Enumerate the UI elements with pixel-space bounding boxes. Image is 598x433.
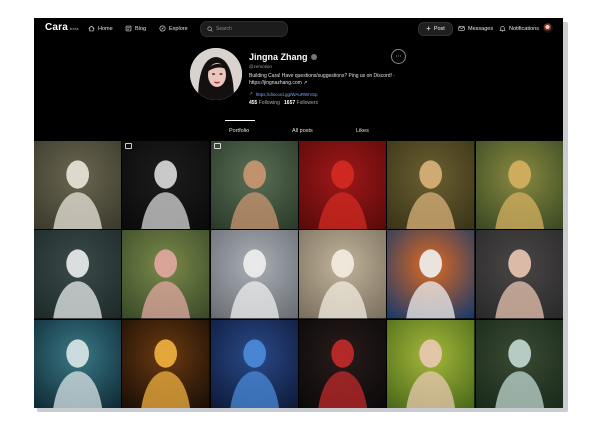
portfolio-item-woman-in-white-dress-by-window[interactable] (34, 141, 122, 230)
portfolio-item-white-haired-figure-dark[interactable] (122, 141, 210, 230)
profile-handle: @zemotion (249, 64, 272, 69)
profile-bio: Building Cara! Have questions/suggestion… (249, 73, 395, 86)
artwork-image (299, 141, 387, 230)
portfolio-item-woman-in-flower-burst[interactable] (387, 230, 475, 319)
profile-avatar (190, 48, 242, 100)
multi-image-icon (213, 143, 221, 149)
nav-explore-label: Explore (169, 25, 188, 32)
messages-label: Messages (468, 25, 494, 32)
portfolio-item-woman-bare-back[interactable] (475, 230, 563, 319)
explore-icon (159, 25, 166, 32)
bell-icon (499, 26, 506, 32)
post-button-label: Post (433, 26, 445, 32)
nav-home[interactable]: Home (88, 25, 113, 32)
tab-likes[interactable]: Likes (356, 128, 369, 134)
profile-link[interactable]: ↗ https://discord.gg/WAuRWrvSp (249, 91, 317, 97)
search-input[interactable] (216, 26, 276, 32)
artwork-image (122, 319, 210, 408)
verified-badge-icon (310, 54, 317, 60)
artwork-image (34, 230, 122, 319)
multi-image-icon (125, 143, 133, 149)
search-icon (207, 26, 213, 32)
tab-portfolio[interactable]: Portfolio (229, 128, 249, 134)
post-button[interactable]: + Post (418, 22, 453, 36)
artwork-image (387, 230, 475, 319)
artwork-image (299, 319, 387, 408)
portfolio-item-nude-figure-in-flower-wreath[interactable] (387, 141, 475, 230)
following-label: Following (258, 100, 280, 106)
tab-all-posts[interactable]: All posts (292, 128, 313, 134)
messages-button[interactable]: Messages (458, 25, 493, 32)
portfolio-item-white-sculpted-face[interactable] (210, 230, 298, 319)
artwork-image (210, 230, 298, 319)
followers-label: Followers (296, 100, 318, 106)
followers-count[interactable]: 1657 (284, 100, 295, 106)
active-tab-indicator (225, 120, 255, 121)
more-icon: ⋯ (395, 53, 402, 60)
portfolio-item-figure-underwater-cyan[interactable] (34, 319, 122, 408)
home-icon (88, 25, 95, 32)
mail-icon (458, 26, 465, 31)
artwork-image (210, 141, 298, 230)
following-count[interactable]: 455 (249, 100, 257, 106)
artwork-image (34, 141, 122, 230)
user-avatar-button[interactable] (543, 23, 553, 33)
artwork-image (210, 319, 298, 408)
portfolio-item-dark-woman-with-flowers[interactable] (299, 319, 387, 408)
portfolio-item-woman-with-braided-hair-green[interactable] (387, 319, 475, 408)
portfolio-item-redhead-girl-green-dress[interactable] (210, 141, 298, 230)
portfolio-item-mermaid-on-rock-forest[interactable] (475, 319, 563, 408)
artwork-image (475, 141, 563, 230)
app-logo[interactable]: Cara beta (45, 22, 79, 33)
portfolio-item-woman-with-black-headdress[interactable] (122, 230, 210, 319)
profile-link-text: https://discord.gg/WAuRWrvSp (255, 91, 318, 97)
app-name: Cara (45, 22, 69, 33)
nav-home-label: Home (98, 25, 113, 32)
notifications-button[interactable]: Notifications (499, 25, 539, 32)
artwork-image (387, 141, 475, 230)
portfolio-item-figure-with-candle-light[interactable] (122, 319, 210, 408)
artwork-image (475, 319, 563, 408)
blog-icon (125, 25, 132, 32)
app-window: Carabeta Home Blog Explore + Post Messag… (34, 18, 563, 408)
more-options-button[interactable]: ⋯ (391, 49, 406, 64)
portfolio-item-blue-haired-woman[interactable] (210, 319, 298, 408)
portfolio-item-woman-white-lace-dress[interactable] (299, 230, 387, 319)
portfolio-item-white-haired-woman-black-collar[interactable] (34, 230, 122, 319)
profile-name: Jingna Zhang (249, 52, 317, 62)
link-icon: ↗ (249, 91, 253, 96)
profile-name-text: Jingna Zhang (249, 52, 308, 62)
portfolio-item-woman-in-red-dress[interactable] (299, 141, 387, 230)
artwork-image (34, 319, 122, 408)
search-bar[interactable] (200, 21, 288, 37)
portfolio-grid (34, 141, 563, 408)
top-navigation-bar: Carabeta Home Blog Explore + Post Messag… (34, 18, 563, 40)
nav-explore[interactable]: Explore (159, 25, 188, 32)
plus-icon: + (426, 24, 431, 33)
portfolio-item-golden-haired-woman-green[interactable] (475, 141, 563, 230)
nav-blog-label: Blog (135, 25, 147, 32)
nav-blog[interactable]: Blog (125, 25, 146, 32)
artwork-image (475, 230, 563, 319)
beta-badge: beta (70, 26, 79, 31)
artwork-image (387, 319, 475, 408)
notifications-label: Notifications (509, 25, 539, 32)
profile-stats: 455 Following 1657 Followers (249, 100, 318, 106)
artwork-image (299, 230, 387, 319)
artwork-image (122, 141, 210, 230)
artwork-image (122, 230, 210, 319)
